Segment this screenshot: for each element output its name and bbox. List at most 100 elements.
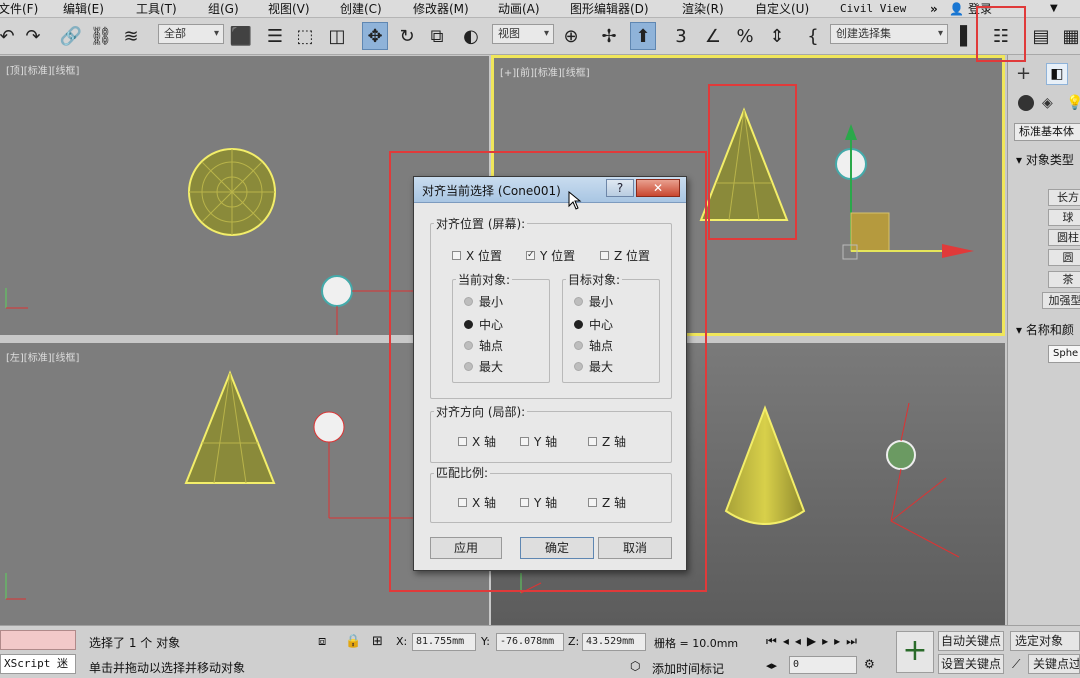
menu-tools[interactable]: 工具(T) (136, 0, 177, 18)
time-config-icon[interactable]: ⚙ (864, 657, 875, 671)
percent-snap-icon[interactable]: % (732, 22, 758, 50)
pivot-center-icon[interactable]: ⊕ (558, 22, 584, 50)
checkbox-box[interactable] (520, 437, 529, 446)
rollout-object-type[interactable]: ▾ 对象类型 (1016, 151, 1074, 168)
x-position-checkbox[interactable]: X 位置 (452, 247, 502, 264)
radio-dot[interactable] (464, 297, 473, 306)
orient-y-checkbox[interactable]: Y 轴 (520, 433, 557, 450)
target-center-radio[interactable]: 中心 (574, 316, 613, 333)
radio-dot[interactable] (574, 362, 583, 371)
window-crossing-icon[interactable]: ◫ (324, 22, 350, 50)
play-icon[interactable]: ▶ (807, 634, 822, 648)
ok-button[interactable]: 确定 (520, 537, 594, 559)
select-and-move-icon[interactable]: ✥ (362, 22, 388, 50)
set-key-button[interactable]: 设置关键点 (938, 654, 1004, 674)
placement-icon[interactable]: ◐ (458, 22, 484, 50)
sphere-button[interactable]: 球 (1048, 209, 1080, 226)
unlink-icon[interactable]: ⛓ (88, 22, 114, 50)
radio-dot[interactable] (574, 320, 583, 329)
menu-create[interactable]: 创建(C) (340, 0, 382, 18)
current-center-radio[interactable]: 中心 (464, 316, 503, 333)
key-filters-button[interactable]: 关键点过 (1028, 654, 1080, 674)
angle-snap-icon[interactable]: ∠ (700, 22, 726, 50)
radio-dot[interactable] (574, 341, 583, 350)
spinner-snap-icon[interactable]: ⇕ (764, 22, 790, 50)
select-and-scale-icon[interactable]: ⧉ (424, 22, 450, 50)
time-tag-icon[interactable]: ⬡ (630, 659, 640, 673)
undo-icon[interactable]: ↶ (0, 22, 20, 50)
geometry-icon[interactable] (1018, 95, 1034, 111)
y-position-checkbox[interactable]: ✓ Y 位置 (526, 247, 575, 264)
next-frame-icon[interactable]: ▸▸ (822, 634, 846, 648)
checkbox-box[interactable] (452, 251, 461, 260)
radio-dot[interactable] (464, 320, 473, 329)
checkbox-box[interactable] (458, 437, 467, 446)
scale-z-checkbox[interactable]: Z 轴 (588, 494, 626, 511)
menu-civil-view[interactable]: Civil View (840, 0, 906, 18)
redo-icon[interactable]: ↷ (20, 22, 46, 50)
target-pivot-radio[interactable]: 轴点 (574, 337, 613, 354)
help-button[interactable]: ? (606, 179, 634, 197)
isolate-selection-icon[interactable]: ⧈ (318, 634, 326, 649)
snaps-toggle-icon[interactable]: 3 (668, 22, 694, 50)
menu-views[interactable]: 视图(V) (268, 0, 310, 18)
checkbox-box[interactable] (458, 498, 467, 507)
menu-customize[interactable]: 自定义(U) (755, 0, 809, 18)
named-selection-set-dropdown[interactable]: 创建选择集 (830, 24, 948, 44)
current-min-radio[interactable]: 最小 (464, 293, 503, 310)
reference-coordinate-dropdown[interactable]: 视图 (492, 24, 554, 44)
primitive-category-dropdown[interactable]: 标准基本体 (1014, 123, 1080, 141)
scene-explorer-icon[interactable]: ▦ (1058, 22, 1080, 50)
key-mode-icon[interactable]: ◂▸ (766, 659, 777, 672)
link-icon[interactable]: 🔗 (58, 22, 84, 50)
teapot-button[interactable]: 茶 (1048, 271, 1080, 288)
checkbox-box[interactable] (520, 498, 529, 507)
x-coord-field[interactable]: 81.755mm (412, 633, 476, 651)
orient-x-checkbox[interactable]: X 轴 (458, 433, 496, 450)
goto-end-icon[interactable]: ⏭ (846, 634, 863, 648)
keyboard-shortcut-override-icon[interactable]: ⬆ (630, 22, 656, 50)
cylinder-button[interactable]: 圆柱 (1048, 229, 1080, 246)
radio-dot[interactable] (464, 362, 473, 371)
object-name-field[interactable]: Sphe (1048, 345, 1080, 363)
radio-dot[interactable] (464, 341, 473, 350)
menu-graph-editors[interactable]: 图形编辑器(D) (570, 0, 649, 18)
set-key-plus-icon[interactable]: + (896, 631, 934, 673)
select-object-icon[interactable]: ⬛ (228, 22, 254, 50)
absolute-mode-icon[interactable]: ⊞ (372, 634, 383, 649)
login-dropdown-icon[interactable]: ▼ (1050, 0, 1058, 18)
menu-edit[interactable]: 编辑(E) (63, 0, 104, 18)
menu-modifiers[interactable]: 修改器(M) (413, 0, 469, 18)
menu-rendering[interactable]: 渲染(R) (682, 0, 724, 18)
modify-tab-icon[interactable]: ◧ (1046, 63, 1068, 85)
z-coord-field[interactable]: 43.529mm (582, 633, 646, 651)
checkbox-box[interactable]: ✓ (526, 251, 535, 260)
y-coord-field[interactable]: -76.078mm (496, 633, 564, 651)
dialog-title-bar[interactable]: 对齐当前选择 (Cone001) ? ✕ (414, 177, 686, 203)
target-max-radio[interactable]: 最大 (574, 358, 613, 375)
lights-icon[interactable]: 💡 (1066, 95, 1080, 111)
enhanced-button[interactable]: 加强型 (1042, 292, 1080, 309)
selected-object-dropdown[interactable]: 选定对象 (1010, 631, 1080, 651)
prev-frame-icon[interactable]: ◂◂ (783, 634, 807, 648)
menu-group[interactable]: 组(G) (208, 0, 239, 18)
maxscript-listener-field[interactable] (0, 630, 76, 650)
rectangular-selection-icon[interactable]: ⬚ (292, 22, 318, 50)
apply-button[interactable]: 应用 (430, 537, 502, 559)
checkbox-box[interactable] (600, 251, 609, 260)
checkbox-box[interactable] (588, 437, 597, 446)
edit-named-selection-icon[interactable]: { (800, 22, 826, 50)
layer-explorer-icon[interactable]: ▤ (1028, 22, 1054, 50)
mirror-icon[interactable]: ▌ (954, 22, 980, 50)
bind-spacewarp-icon[interactable]: ≋ (118, 22, 144, 50)
z-position-checkbox[interactable]: Z 位置 (600, 247, 650, 264)
checkbox-box[interactable] (588, 498, 597, 507)
torus-button[interactable]: 圆 (1048, 249, 1080, 266)
auto-key-button[interactable]: 自动关键点 (938, 631, 1004, 651)
close-button[interactable]: ✕ (636, 179, 680, 197)
add-time-tag[interactable]: 添加时间标记 (652, 660, 724, 677)
user-icon[interactable]: 👤 (949, 0, 964, 18)
shapes-icon[interactable]: ◈ (1042, 95, 1053, 111)
menu-animation[interactable]: 动画(A) (498, 0, 540, 18)
create-tab-icon[interactable]: + (1016, 63, 1031, 84)
